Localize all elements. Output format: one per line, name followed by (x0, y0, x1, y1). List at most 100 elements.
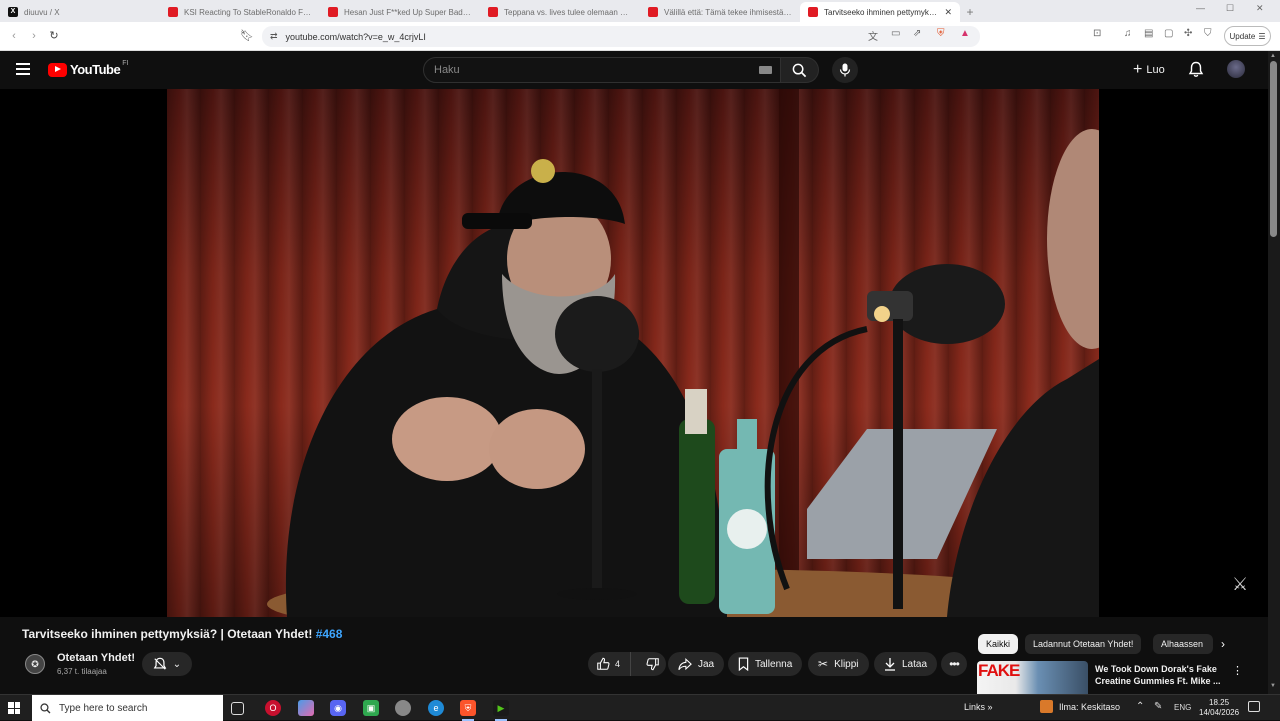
search-icon (792, 63, 807, 77)
guide-menu-icon[interactable] (16, 63, 30, 75)
youtube-icon (168, 7, 178, 17)
browser-tab[interactable]: Xdiuuvu / X (0, 2, 160, 22)
weather-widget[interactable]: Ilma: Keskitaso (1040, 700, 1120, 713)
youtube-icon (648, 7, 658, 17)
voice-search-button[interactable] (832, 57, 858, 83)
channel-name[interactable]: Otetaan Yhdet! (57, 652, 135, 664)
media-icon[interactable]: ♫ (1124, 28, 1132, 39)
maximize-icon[interactable]: ☐ (1226, 3, 1234, 14)
brave-shields-icon[interactable]: ⛨ (937, 28, 945, 39)
create-button[interactable]: + Luo (1127, 59, 1171, 81)
clip-button[interactable]: ✂ Klippi (808, 652, 869, 676)
subscribed-notifications-button[interactable]: ⌄ (142, 652, 192, 676)
new-tab-button[interactable]: + (960, 2, 980, 22)
region-code: FI (122, 60, 129, 67)
tab-title: Tarvitseeko ihminen pettymyksiä? (824, 7, 941, 17)
share-icon (678, 657, 692, 670)
recommended-thumbnail[interactable]: FAKE (977, 661, 1088, 694)
reading-list-icon[interactable]: ▤ (1144, 28, 1153, 39)
video-player[interactable]: ⚔︎ (0, 89, 1268, 617)
notifications-button[interactable] (1188, 61, 1204, 83)
dislike-button[interactable] (637, 652, 669, 676)
scroll-thumb[interactable] (1270, 61, 1277, 237)
channel-watermark-icon[interactable]: ⚔︎ (1232, 574, 1248, 595)
notification-center-icon[interactable] (1248, 701, 1260, 712)
account-avatar[interactable] (1227, 60, 1245, 78)
translate-icon[interactable]: 文 (868, 28, 878, 43)
more-actions-button[interactable]: ••• (941, 652, 967, 676)
youtube-logo[interactable]: YouTube FI (48, 60, 129, 77)
task-view-icon[interactable] (231, 702, 244, 715)
edge-icon[interactable]: e (428, 700, 444, 716)
forward-icon[interactable]: › (24, 30, 44, 42)
chat-app-icon[interactable]: ▣ (363, 700, 379, 716)
sidebar-toggle-icon[interactable]: ⊡ (1093, 28, 1101, 39)
back-icon[interactable]: ‹ (4, 30, 24, 42)
channel-avatar[interactable]: ✪ (25, 654, 45, 674)
video-frame[interactable] (167, 89, 1099, 617)
browser-tab[interactable]: Hesan Just F**ked Up Super Bad... - Y... (320, 2, 480, 22)
x-logo-icon: X (8, 7, 18, 17)
links-label: Links (964, 702, 986, 712)
search-input[interactable] (423, 57, 781, 83)
site-settings-icon[interactable]: ⇄ (270, 31, 278, 42)
update-button[interactable]: Update ☰ (1224, 26, 1271, 46)
chip-related[interactable]: Alhaassen (1153, 634, 1213, 654)
minimize-icon[interactable]: — (1196, 3, 1205, 13)
subscriber-count: 6,37 t. tilaajaa (57, 667, 107, 676)
save-button[interactable]: Tallenna (728, 652, 803, 676)
scroll-down-icon[interactable]: ▼ (1270, 683, 1276, 689)
video-hashtag[interactable]: #468 (316, 627, 343, 641)
video-title: Tarvitseeko ihminen pettymyksiä? | Oteta… (22, 627, 342, 641)
browser-tab[interactable]: Välillä että: Tämä tekee ihmisestä pahi.… (640, 2, 800, 22)
terminal-icon[interactable]: ▶ (493, 700, 509, 721)
links-toolbar[interactable]: Links » (964, 702, 993, 712)
tab-title: Välillä että: Tämä tekee ihmisestä pahi.… (664, 7, 792, 17)
browser-tab[interactable]: KSI Reacting To StableRonaldo For 9... (160, 2, 320, 22)
page-scrollbar[interactable]: ▲ ▼ (1268, 51, 1280, 694)
wallet-icon[interactable]: ▢ (1164, 28, 1173, 39)
close-window-icon[interactable]: ✕ (1256, 3, 1264, 14)
tab-title: diuuvu / X (24, 7, 60, 17)
pen-icon[interactable]: ✎ (1154, 701, 1162, 712)
taskbar-search-box[interactable]: Type here to search (32, 695, 223, 721)
chevron-right-icon[interactable]: › (1221, 637, 1225, 651)
reload-icon[interactable]: ↻ (44, 29, 64, 42)
brave-browser-icon[interactable]: ⛨ (460, 700, 476, 721)
discord-icon[interactable]: ◉ (330, 700, 346, 716)
chevron-down-icon: ⌄ (172, 658, 182, 670)
more-vertical-icon[interactable]: ⋮ (1232, 664, 1243, 677)
clip-label: Klippi (834, 658, 859, 670)
download-label: Lataa (902, 658, 928, 670)
keyboard-icon[interactable] (759, 66, 772, 74)
share-button[interactable]: Jaa (668, 652, 725, 676)
weather-icon (1040, 700, 1053, 713)
clock-time: 18.25 (1209, 698, 1230, 707)
close-tab-icon[interactable]: ✕ (944, 7, 952, 18)
brave-rewards-icon[interactable]: ▲ (960, 28, 970, 39)
youtube-icon (808, 7, 818, 17)
vpn-icon[interactable]: ⛉ (1204, 28, 1212, 39)
opera-icon[interactable]: O (265, 700, 281, 716)
language-indicator[interactable]: ENG (1174, 703, 1191, 712)
search-button[interactable] (781, 57, 819, 83)
browser-tab-active[interactable]: Tarvitseeko ihminen pettymyksiä? ✕ (800, 2, 960, 22)
extensions-icon[interactable]: ✣ (1184, 28, 1192, 39)
download-button[interactable]: Lataa (874, 652, 938, 676)
windows-start-icon[interactable] (8, 702, 20, 714)
scroll-up-icon[interactable]: ▲ (1270, 53, 1276, 59)
share-page-icon[interactable]: ⇗ (913, 28, 921, 39)
taskbar-clock[interactable]: 18.25 14/04/2026 (1199, 698, 1239, 718)
recommended-title[interactable]: We Took Down Dorak's Fake Creatine Gummi… (1095, 663, 1225, 687)
chip-all[interactable]: Kaikki (978, 634, 1019, 654)
browser-tab[interactable]: Teppana vs. lives tulee olemaan eeppi... (480, 2, 640, 22)
app-icon[interactable] (298, 700, 314, 716)
like-button[interactable]: 4 (588, 652, 632, 676)
cast-icon[interactable]: ▭ (891, 28, 900, 39)
chip-from-channel[interactable]: Ladannut Otetaan Yhdet! (1025, 634, 1142, 654)
url-text: youtube.com/watch?v=e_w_4crjvLI (285, 31, 426, 42)
app-icon[interactable] (395, 700, 411, 716)
chevron-up-icon[interactable]: ⌃ (1136, 701, 1144, 712)
youtube-masthead: YouTube FI +Luo (0, 51, 1268, 89)
bookmark-icon[interactable]: 🔖︎ (240, 29, 254, 42)
